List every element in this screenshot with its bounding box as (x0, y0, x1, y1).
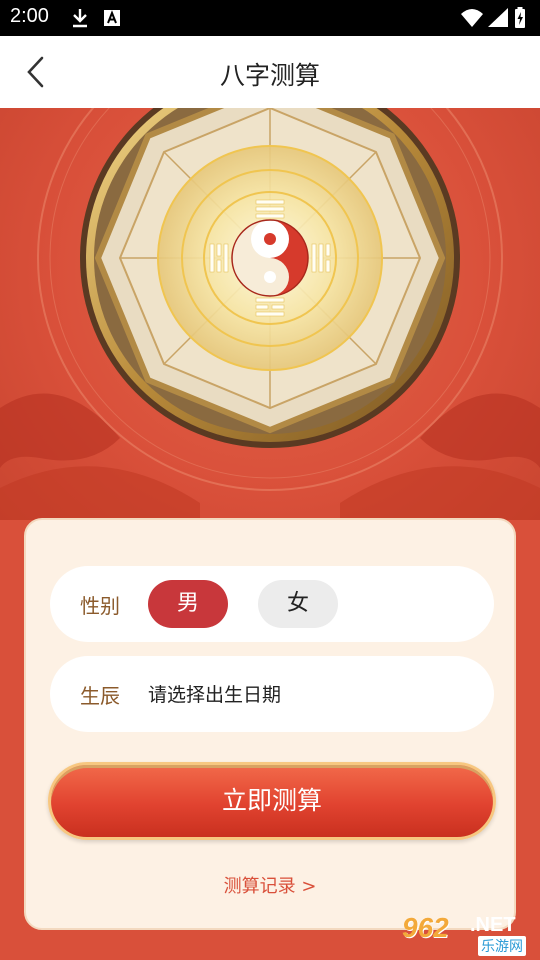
status-time: 2:00 (10, 5, 49, 27)
gender-male-button[interactable]: 男 (148, 580, 228, 628)
site-watermark-logo: 962 .NET 乐游网 (400, 912, 536, 956)
bagua-compass-icon (0, 108, 540, 520)
download-icon (68, 6, 92, 30)
app-notification-icon (100, 6, 124, 30)
watermark-net: .NET (470, 914, 516, 936)
status-bar: 2:00 (0, 0, 540, 36)
gender-female-button[interactable]: 女 (258, 580, 338, 628)
watermark-number: 962 (402, 912, 449, 943)
gender-row: 性别 男 女 (50, 566, 494, 642)
watermark-site-name: 乐游网 (478, 936, 526, 956)
gender-label: 性别 (80, 594, 120, 618)
form-card: 性别 男 女 生辰 请选择出生日期 立即测算 测算记录 > (24, 518, 516, 930)
nav-bar: 八字测算 (0, 36, 540, 108)
wifi-icon (460, 6, 484, 30)
calculate-now-button[interactable]: 立即测算 (48, 762, 496, 840)
birth-date-row[interactable]: 生辰 请选择出生日期 (50, 656, 494, 732)
birth-date-picker[interactable]: 请选择出生日期 (148, 680, 281, 707)
cell-signal-icon (486, 6, 510, 30)
battery-charging-icon (512, 6, 528, 30)
calculation-history-link[interactable]: 测算记录 > (26, 872, 514, 898)
bagua-hero-image (0, 108, 540, 520)
birth-label: 生辰 (80, 684, 120, 708)
page-title: 八字测算 (219, 61, 320, 90)
